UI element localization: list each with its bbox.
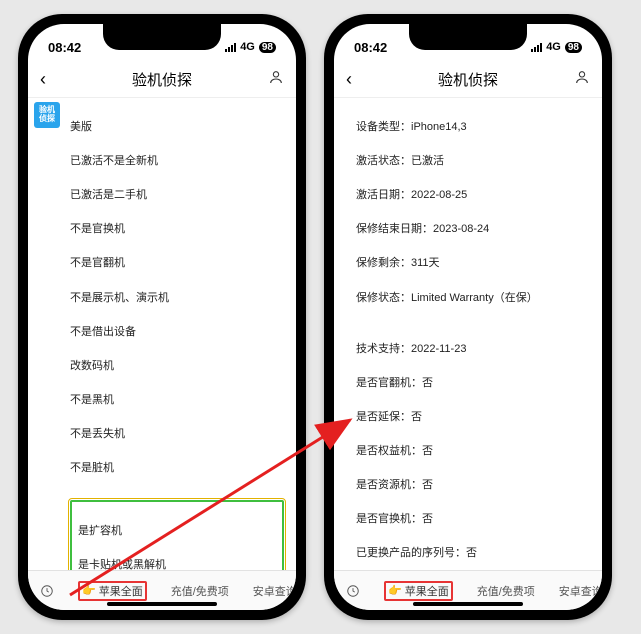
nav-title: 验机侦探 xyxy=(438,69,498,90)
info-line: 不是展示机、演示机 xyxy=(70,290,284,307)
tab-recharge[interactable]: 充值/免费项 xyxy=(159,583,241,599)
info-line: 是否资源机：否 xyxy=(356,477,590,494)
nav-title: 验机侦探 xyxy=(132,69,192,90)
user-icon[interactable] xyxy=(574,69,590,90)
info-line: 不是丢失机 xyxy=(70,426,284,443)
info-line: 保修剩余：311天 xyxy=(356,255,590,272)
back-icon[interactable]: ‹ xyxy=(346,69,352,90)
info-line: 设备类型：iPhone14,3 xyxy=(356,119,590,136)
info-line: 激活状态：已激活 xyxy=(356,153,590,170)
status-time: 08:42 xyxy=(354,40,387,55)
status-network: 4G xyxy=(546,41,561,53)
info-line: 不是借出设备 xyxy=(70,324,284,341)
info-line: 技术支持：2022-11-23 xyxy=(356,341,590,358)
info-line: 已更换产品的序列号：否 xyxy=(356,545,590,562)
signal-icon xyxy=(531,43,542,52)
info-line: 是否权益机：否 xyxy=(356,443,590,460)
phone-right: 08:42 4G 98 ‹ 验机侦探 设备类型：iPhone14,3 激活状态：… xyxy=(324,14,612,620)
user-icon[interactable] xyxy=(268,69,284,90)
info-line: 是否官换机：否 xyxy=(356,511,590,528)
info-line: 不是官换机 xyxy=(70,221,284,238)
info-line: 保修结束日期：2023-08-24 xyxy=(356,221,590,238)
tab-apple[interactable]: 👉苹果全面 xyxy=(66,581,159,601)
pointer-icon: 👉 xyxy=(388,584,402,597)
info-line: 不是官翻机 xyxy=(70,255,284,272)
verdict-box: 是扩容机 是卡贴机或黑解机 经鉴定：手机实际容量应该是128GB 不是 1024… xyxy=(70,500,284,570)
info-line: 是否延保：否 xyxy=(356,409,590,426)
home-indicator[interactable] xyxy=(107,602,217,606)
tab-android[interactable]: 安卓查询 xyxy=(547,583,602,599)
home-indicator[interactable] xyxy=(413,602,523,606)
battery-icon: 98 xyxy=(565,42,582,53)
info-line: 不是脏机 xyxy=(70,460,284,477)
info-line: 是否官翻机：否 xyxy=(356,375,590,392)
back-icon[interactable]: ‹ xyxy=(40,69,46,90)
verdict-line: 是卡贴机或黑解机 xyxy=(78,557,276,570)
pointer-icon: 👉 xyxy=(82,584,96,597)
info-line: 不是黑机 xyxy=(70,392,284,409)
status-time: 08:42 xyxy=(48,40,81,55)
info-line: 改数码机 xyxy=(70,358,284,375)
verdict-line: 是扩容机 xyxy=(78,523,276,540)
tab-menu-icon[interactable] xyxy=(28,584,66,598)
phone-left: 08:42 4G 98 ‹ 验机侦探 验机 侦探 美版 已激活不是全新机 xyxy=(18,14,306,620)
tab-apple[interactable]: 👉苹果全面 xyxy=(372,581,465,601)
status-network: 4G xyxy=(240,41,255,53)
nav-bar: ‹ 验机侦探 xyxy=(28,62,296,98)
tab-recharge[interactable]: 充值/免费项 xyxy=(465,583,547,599)
info-line: 已激活不是全新机 xyxy=(70,153,284,170)
app-badge: 验机 侦探 xyxy=(34,102,60,128)
info-line: 保修状态：Limited Warranty（在保） xyxy=(356,290,590,307)
notch xyxy=(103,24,221,50)
info-line: 激活日期：2022-08-25 xyxy=(356,187,590,204)
info-line: 美版 xyxy=(70,119,284,136)
nav-bar: ‹ 验机侦探 xyxy=(334,62,602,98)
battery-icon: 98 xyxy=(259,42,276,53)
tab-android[interactable]: 安卓查询 xyxy=(241,583,296,599)
notch xyxy=(409,24,527,50)
signal-icon xyxy=(225,43,236,52)
tab-menu-icon[interactable] xyxy=(334,584,372,598)
info-line: 已激活是二手机 xyxy=(70,187,284,204)
